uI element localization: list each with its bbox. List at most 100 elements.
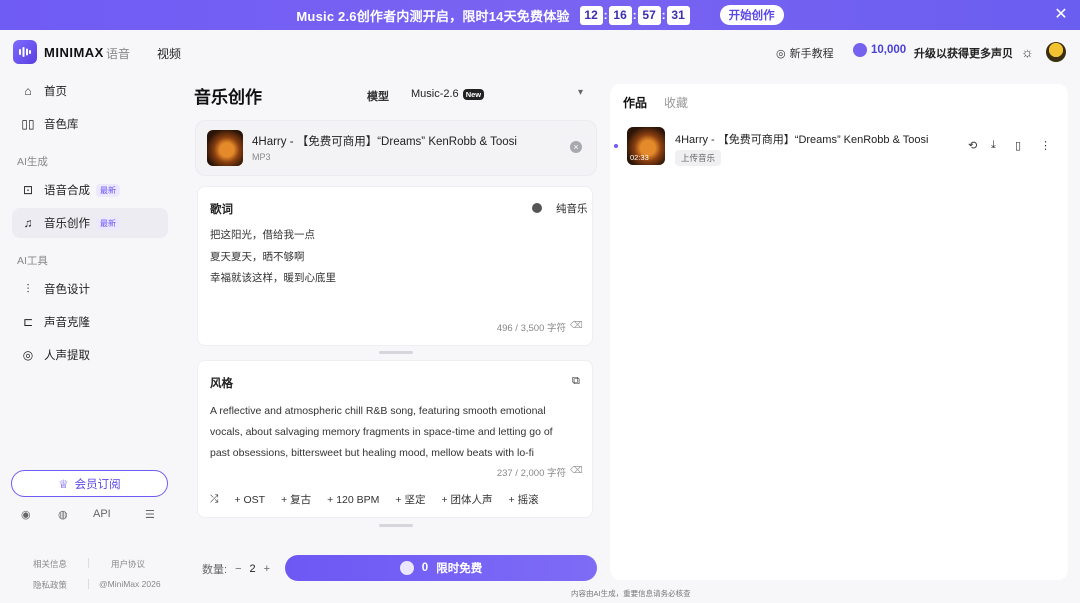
sidebar-item-voice-design[interactable]: ⫶ 音色设计 bbox=[12, 274, 168, 304]
quantity-value[interactable]: 2 bbox=[250, 563, 256, 575]
sidebar-item-music[interactable]: ♫ 音乐创作 最新 bbox=[12, 208, 168, 238]
style-tag[interactable]: + OST bbox=[234, 494, 265, 506]
vocal-extract-icon: ◎ bbox=[22, 348, 34, 362]
track-title: 4Harry - 【免费可商用】“Dreams” KenRobb & Toosi bbox=[252, 136, 517, 148]
tab-favorites[interactable]: 收藏 bbox=[664, 94, 688, 111]
bookmark-icon[interactable]: ▯ bbox=[1015, 139, 1021, 152]
close-icon[interactable]: ✕ bbox=[1052, 6, 1070, 24]
countdown-hours: 12 bbox=[579, 5, 603, 25]
work-tag: 上传音乐 bbox=[675, 150, 722, 166]
regenerate-icon[interactable]: ⟲ bbox=[968, 139, 977, 152]
library-icon: ▯▯ bbox=[21, 117, 35, 131]
style-tag[interactable]: + 120 BPM bbox=[327, 494, 379, 506]
sidebar: ⌂ 首页 ▯▯ 音色库 AI生成 ⊡ 语音合成 最新 ♫ 音乐创作 最新 AI工… bbox=[0, 74, 180, 603]
copyright: @MiniMax 2026 bbox=[99, 579, 161, 589]
increment-button[interactable]: + bbox=[264, 563, 270, 575]
logo-text[interactable]: MINIMAX bbox=[44, 45, 104, 60]
api-link[interactable]: API bbox=[93, 508, 111, 520]
countdown-seconds: 57 bbox=[637, 5, 661, 25]
top-header: MINIMAX 语音 视频 ◎ 新手教程 10,000 升级以获得更多声贝 ☼ bbox=[0, 30, 1080, 74]
track-format: MP3 bbox=[252, 152, 271, 162]
lyrics-card: 歌词 纯音乐 把这阳光，借给我一点 夏天夏天，晒不够啊 幸福就该这样，暖到心底里… bbox=[197, 186, 593, 346]
sidebar-item-speech[interactable]: ⊡ 语音合成 最新 bbox=[12, 175, 168, 205]
shuffle-icon[interactable]: ⤮ bbox=[210, 493, 218, 506]
member-subscribe-label: 会员订阅 bbox=[74, 478, 121, 491]
resize-handle[interactable] bbox=[379, 524, 413, 527]
style-tag[interactable]: + 摇滚 bbox=[509, 492, 539, 507]
credits-icon bbox=[853, 43, 867, 57]
nav-video[interactable]: 视频 bbox=[157, 45, 181, 62]
model-new-badge: New bbox=[462, 88, 485, 100]
style-counter: 237 / 2,000 字符 bbox=[496, 468, 566, 479]
crown-icon: ♕ bbox=[58, 478, 69, 491]
page-title: 音乐创作 bbox=[194, 88, 262, 107]
credits-icon bbox=[399, 561, 414, 575]
resize-handle[interactable] bbox=[379, 351, 413, 354]
clear-icon[interactable]: ⌫ bbox=[570, 320, 583, 331]
model-select[interactable]: Music-2.6 New bbox=[411, 88, 485, 100]
member-subscribe-button[interactable]: ♕ 会员订阅 bbox=[11, 470, 168, 497]
work-duration: 02:33 bbox=[630, 153, 649, 162]
discord-icon[interactable]: ◉ bbox=[21, 508, 31, 521]
lyric-line[interactable]: 把这阳光，借给我一点 bbox=[210, 227, 315, 242]
style-tag[interactable]: + 坚定 bbox=[395, 492, 425, 507]
nav-voice[interactable]: 语音 bbox=[106, 45, 130, 62]
style-tag[interactable]: + 团体人声 bbox=[441, 492, 492, 507]
tutorial-link[interactable]: ◎ 新手教程 bbox=[776, 45, 834, 61]
doc-icon[interactable]: ☰ bbox=[145, 508, 155, 521]
music-creation-form: 4Harry - 【免费可商用】“Dreams” KenRobb & Toosi… bbox=[195, 120, 599, 550]
tutorial-label: 新手教程 bbox=[789, 48, 834, 60]
works-panel: 作品 收藏 02:33 4Harry - 【免费可商用】“Dreams” Ken… bbox=[610, 84, 1068, 580]
about-link[interactable]: 相关信息 bbox=[33, 558, 67, 570]
style-tags: ⤮ + OST + 复古 + 120 BPM + 坚定 + 团体人声 + 摇滚 bbox=[210, 492, 539, 507]
upgrade-link[interactable]: 升级以获得更多声贝 bbox=[914, 45, 1013, 61]
music-note-icon: ♫ bbox=[23, 216, 33, 230]
work-title: 4Harry - 【免费可商用】“Dreams” KenRobb & Toosi bbox=[675, 134, 929, 146]
terms-link[interactable]: 用户协议 bbox=[111, 558, 145, 570]
generate-label: 限时免费 bbox=[436, 563, 483, 575]
lyric-line[interactable]: 夏天夏天，晒不够啊 bbox=[210, 249, 305, 264]
new-badge: 最新 bbox=[96, 216, 120, 230]
lyrics-counter: 496 / 3,500 字符 bbox=[496, 323, 566, 334]
voice-clone-icon: ⊏ bbox=[22, 315, 34, 329]
translate-icon[interactable]: ⧉ bbox=[572, 375, 580, 388]
countdown: 12 : 16 : 57 : 31 bbox=[579, 5, 690, 25]
generate-button[interactable]: 0 限时免费 bbox=[285, 555, 597, 581]
sidebar-item-vocal-extract[interactable]: ◎ 人声提取 bbox=[12, 340, 168, 370]
wechat-icon[interactable]: ◍ bbox=[58, 508, 68, 521]
download-icon[interactable]: ⤓ bbox=[991, 139, 996, 152]
book-icon: ◎ bbox=[776, 47, 786, 60]
track-cover-image bbox=[207, 130, 243, 166]
chevron-down-icon[interactable]: ▾ bbox=[578, 87, 583, 98]
decrement-button[interactable]: − bbox=[235, 563, 241, 575]
credits-balance[interactable]: 10,000 bbox=[853, 43, 906, 57]
voice-design-icon: ⫶ bbox=[26, 281, 30, 296]
style-prompt-input[interactable]: A reflective and atmospheric chill R&B s… bbox=[210, 401, 570, 459]
style-tag[interactable]: + 复古 bbox=[281, 492, 311, 507]
sidebar-item-voice-clone[interactable]: ⊏ 声音克隆 bbox=[12, 307, 168, 337]
lyric-line[interactable]: 幸福就该这样，暖到心底里 bbox=[210, 270, 336, 285]
model-label: 模型 bbox=[367, 91, 389, 103]
privacy-link[interactable]: 隐私政策 bbox=[33, 579, 67, 591]
banner-start-button[interactable]: 开始创作 bbox=[719, 5, 784, 25]
theme-toggle-icon[interactable]: ☼ bbox=[1021, 44, 1034, 60]
ai-disclaimer: 内容由AI生成，重要信息请务必核查 bbox=[571, 589, 691, 598]
home-icon: ⌂ bbox=[24, 84, 32, 98]
avatar[interactable] bbox=[1046, 42, 1066, 62]
sidebar-item-voice-library[interactable]: ▯▯ 音色库 bbox=[12, 109, 168, 139]
style-card: 风格 ⧉ A reflective and atmospheric chill … bbox=[197, 360, 593, 518]
more-icon[interactable]: ⋮ bbox=[1040, 139, 1051, 152]
credits-value: 10,000 bbox=[871, 44, 907, 56]
tab-works[interactable]: 作品 bbox=[623, 94, 647, 111]
countdown-minutes: 16 bbox=[608, 5, 632, 25]
quantity-label: 数量: bbox=[202, 564, 228, 576]
sidebar-item-label: 音色设计 bbox=[44, 284, 90, 296]
reference-track-card[interactable]: 4Harry - 【免费可商用】“Dreams” KenRobb & Toosi… bbox=[195, 120, 597, 176]
instrumental-toggle[interactable] bbox=[532, 203, 542, 213]
instrumental-label: 纯音乐 bbox=[556, 203, 588, 215]
remove-track-icon[interactable]: × bbox=[570, 141, 582, 153]
clear-icon[interactable]: ⌫ bbox=[570, 465, 583, 476]
sidebar-item-home[interactable]: ⌂ 首页 bbox=[12, 76, 168, 106]
list-item[interactable]: 02:33 4Harry - 【免费可商用】“Dreams” KenRobb &… bbox=[610, 124, 1068, 170]
logo-icon[interactable] bbox=[13, 40, 37, 64]
